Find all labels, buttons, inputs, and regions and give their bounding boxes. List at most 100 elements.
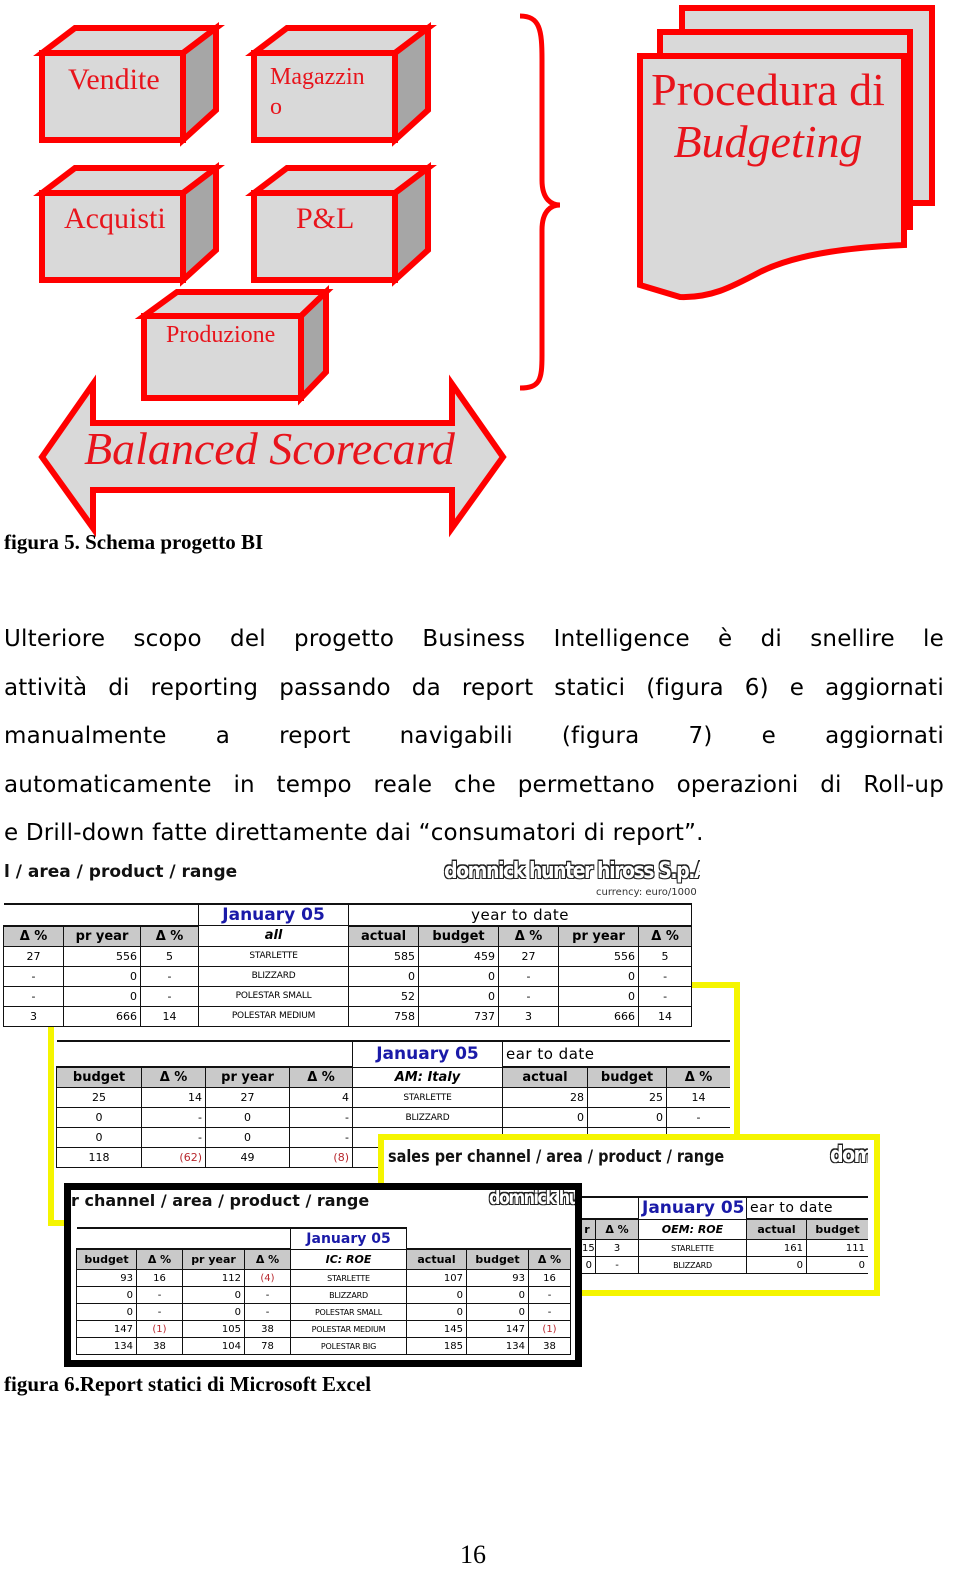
- table-cell: 147: [76, 1320, 137, 1338]
- column-header: budget: [805, 1218, 868, 1240]
- table-cell: 14: [141, 1087, 206, 1108]
- table-cell: 0: [205, 1107, 290, 1128]
- product-cell: STARLETTE: [352, 1087, 503, 1108]
- table-cell: 5: [139, 945, 200, 967]
- column-header: Δ %: [638, 924, 693, 947]
- product-cell: POLESTAR MEDIUM: [290, 1320, 407, 1338]
- dimension-header: OEM: ROE: [638, 1218, 747, 1240]
- header-row: budget Δ % pr year Δ % AM: Italy actual …: [56, 1066, 730, 1088]
- table-cell: (1): [527, 1320, 572, 1338]
- table-cell: 0: [76, 1286, 137, 1304]
- table-cell: -: [498, 965, 560, 987]
- table-cell: -: [141, 1127, 206, 1148]
- table-cell: 38: [136, 1337, 183, 1355]
- table-cell: 0: [56, 1107, 142, 1128]
- header-row: r Δ % OEM: ROE actual budget: [578, 1218, 868, 1240]
- product-cell: BLIZZARD: [290, 1286, 407, 1304]
- table-row: 147 (1) 105 38 POLESTAR MEDIUM 145 147 (1): [76, 1320, 572, 1338]
- table-cell: 666: [63, 1005, 141, 1027]
- column-header: Δ %: [139, 924, 200, 947]
- column-header: Δ %: [666, 1066, 730, 1088]
- table-cell: 104: [182, 1337, 245, 1355]
- column-header: actual: [348, 924, 420, 947]
- figure-5-caption: figura 5. Schema progetto BI: [4, 530, 264, 554]
- table-cell: 14: [638, 1005, 693, 1027]
- table-cell: -: [244, 1303, 291, 1321]
- table-cell: 0: [406, 1303, 467, 1321]
- column-header: Δ %: [3, 924, 64, 947]
- box-label-acquisti: Acquisti: [64, 202, 166, 235]
- table-row: 134 38 104 78 POLESTAR BIG 185 134 38: [76, 1337, 572, 1355]
- table-cell: 0: [56, 1127, 142, 1148]
- table-cell: 0: [205, 1127, 290, 1148]
- table-cell: -: [595, 1256, 639, 1274]
- table-cell: 556: [63, 945, 141, 967]
- table-cell: -: [527, 1286, 572, 1304]
- paragraph-line: e Drill-down fatte direttamente dai “con…: [4, 820, 704, 846]
- table-cell: 27: [205, 1087, 290, 1108]
- table-cell: 0: [587, 1107, 667, 1128]
- table-cell: 27: [498, 945, 560, 967]
- report-title: r channel / area / product / range: [71, 1191, 370, 1210]
- table-row: 0-0- BLIZZARD 0 0-: [56, 1107, 730, 1128]
- table-cell: -: [139, 965, 200, 987]
- table-row: 0- BLIZZARD 0 0: [578, 1256, 868, 1274]
- dimension-header: AM: Italy: [352, 1066, 503, 1088]
- report-oem-roe-table: January 05 ear to date r Δ % OEM: ROE ac…: [578, 1196, 868, 1274]
- table-cell: -: [244, 1286, 291, 1304]
- table-cell: 0: [558, 965, 640, 987]
- box-label-magazzino: Magazzin o: [270, 62, 365, 122]
- table-cell: 107: [406, 1269, 467, 1287]
- document-label-line1: Procedura di: [651, 64, 885, 115]
- arrow-label: Balanced Scorecard: [84, 423, 455, 474]
- product-cell: POLESTAR MEDIUM: [198, 1005, 350, 1027]
- figure-6-caption: figura 6.Report statici di Microsoft Exc…: [4, 1372, 372, 1396]
- table-cell: 3: [498, 1005, 560, 1027]
- document-label-line2: Budgeting: [673, 116, 863, 167]
- table-cell: 666: [558, 1005, 640, 1027]
- table-cell: 0: [502, 1107, 588, 1128]
- table-cell: 93: [466, 1269, 529, 1287]
- report-all: l / area / product / range domnick hunte…: [0, 858, 700, 1028]
- column-header: budget: [466, 1248, 529, 1270]
- table-row: 1563STARLETTE161111: [578, 1239, 868, 1257]
- table-cell: 3: [3, 1005, 64, 1027]
- table-cell: 3: [595, 1239, 639, 1257]
- dimension-header: all: [198, 925, 350, 947]
- table-cell: 0: [182, 1303, 245, 1321]
- table-cell: 0: [746, 1256, 807, 1274]
- product-cell: BLIZZARD: [352, 1107, 503, 1128]
- product-cell: BLIZZARD: [638, 1256, 747, 1274]
- ytd-label: year to date: [348, 903, 693, 926]
- table-cell: 459: [418, 945, 500, 967]
- paragraph-line: automaticamente in tempo reale che perme…: [4, 771, 944, 798]
- table-cell: 556: [558, 945, 640, 967]
- table-row: 25 14 27 4 STARLETTE 28 25 14: [56, 1087, 730, 1108]
- product-cell: STARLETTE: [290, 1269, 407, 1287]
- table-cell: 161: [746, 1239, 807, 1257]
- table-cell: 4: [289, 1087, 353, 1108]
- table-cell: 111: [805, 1239, 868, 1257]
- table-cell: 758: [348, 1005, 420, 1027]
- table-cell: 0: [63, 985, 141, 1007]
- table-cell: 16: [527, 1269, 572, 1287]
- table-cell: 0: [418, 985, 500, 1007]
- ytd-label: ear to date: [502, 1040, 730, 1067]
- table-cell: 0: [418, 965, 500, 987]
- report-ic-roe: r channel / area / product / range domni…: [71, 1190, 575, 1360]
- paragraph-line: manualmente a report navigabili (figura …: [4, 723, 944, 749]
- paragraph-line: Ulteriore scopo del progetto Business In…: [4, 626, 944, 652]
- product-cell: POLESTAR BIG: [290, 1337, 407, 1355]
- header-row: budget Δ % pr year Δ % IC: ROE actual bu…: [76, 1248, 572, 1270]
- product-cell: STARLETTE: [198, 945, 350, 967]
- table-cell: 16: [136, 1269, 183, 1287]
- table-row: 3 666 14 POLESTAR MEDIUM 758 737 3 666 14: [3, 1005, 693, 1027]
- column-header: budget: [418, 924, 500, 947]
- table-cell: 0: [182, 1286, 245, 1304]
- company-logo: domnick hunt: [489, 1190, 575, 1209]
- box-label-magazzino-line1: Magazzin: [270, 64, 365, 90]
- body-paragraph: Ulteriore scopo del progetto Business In…: [4, 615, 944, 858]
- table-cell: 118: [56, 1147, 142, 1168]
- table-cell: 52: [348, 985, 420, 1007]
- table-cell: -: [136, 1286, 183, 1304]
